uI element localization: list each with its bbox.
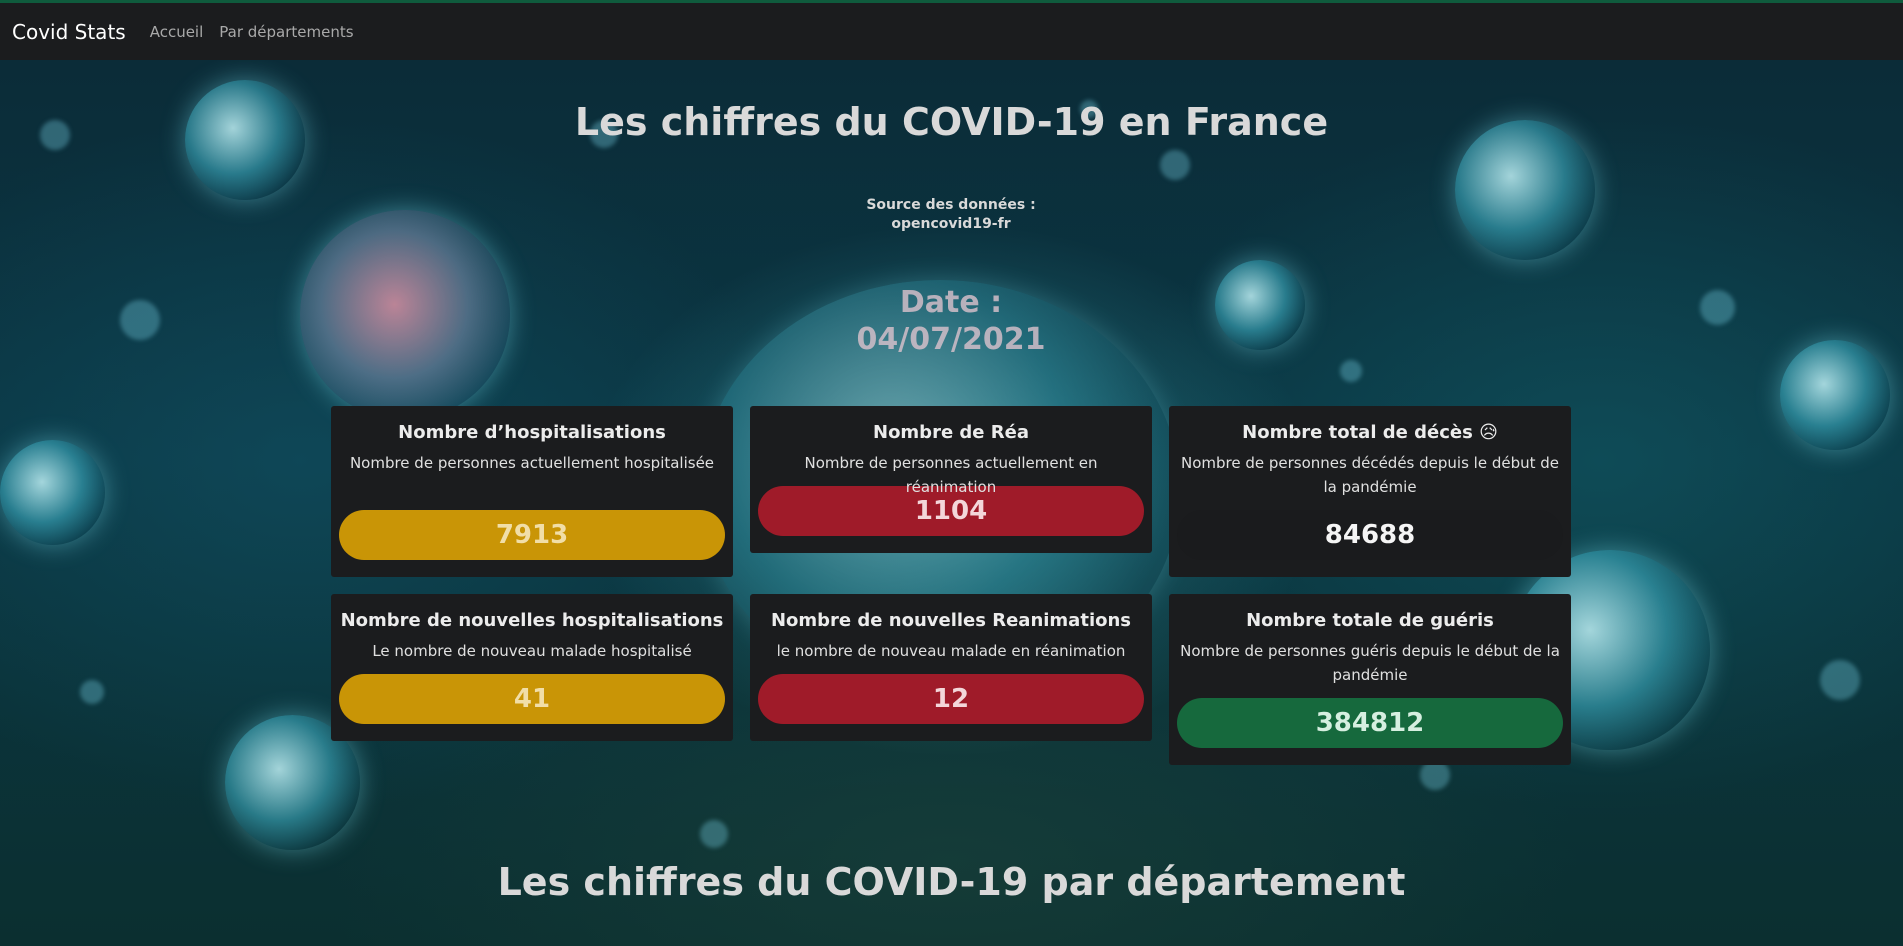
card-rea: Nombre de Réa Nombre de personnes actuel… <box>750 406 1152 553</box>
card-title: Nombre total de décès 😥 <box>1242 422 1498 443</box>
page-title: Les chiffres du COVID-19 en France <box>574 100 1329 144</box>
nouvelles-hospitalisations-value[interactable]: 41 <box>339 674 725 724</box>
brand-link[interactable]: Covid Stats <box>12 20 126 44</box>
gueris-value[interactable]: 384812 <box>1177 698 1563 748</box>
card-title: Nombre d’hospitalisations <box>398 422 666 443</box>
date-value: 04/07/2021 <box>856 322 1046 357</box>
hospitalisations-value[interactable]: 7913 <box>339 510 725 560</box>
card-deces: Nombre total de décès 😥 Nombre de person… <box>1169 406 1571 577</box>
card-title: Nombre de nouvelles hospitalisations <box>340 610 724 631</box>
source-label: Source des données : <box>866 197 1036 213</box>
card-title: Nombre de nouvelles Reanimations <box>770 610 1132 631</box>
main-content: Les chiffres du COVID-19 en France Sourc… <box>0 60 1903 946</box>
card-title: Nombre totale de guéris <box>1246 610 1494 631</box>
date-block: Date : 04/07/2021 <box>851 284 1051 358</box>
card-text: Nombre de personnes actuellement hospita… <box>349 454 715 472</box>
card-nouvelles-hospitalisations: Nombre de nouvelles hospitalisations Le … <box>331 594 733 741</box>
nav-link-accueil[interactable]: Accueil <box>150 23 204 41</box>
nav-link-departements[interactable]: Par départements <box>219 23 353 41</box>
card-text: Le nombre de nouveau malade hospitalisé <box>372 642 692 660</box>
card-text: Nombre de personnes actuellement en réan… <box>804 454 1098 496</box>
card-nouvelles-reanimations: Nombre de nouvelles Reanimations le nomb… <box>750 594 1152 741</box>
deces-value[interactable]: 84688 <box>1177 510 1563 560</box>
card-gueris: Nombre totale de guéris Nombre de person… <box>1169 594 1571 765</box>
data-source: Source des données : opencovid19-fr <box>851 196 1051 234</box>
section-title-departements: Les chiffres du COVID-19 par département <box>497 860 1406 904</box>
card-text: Nombre de personnes décédés depuis le dé… <box>1180 454 1560 496</box>
card-hospitalisations: Nombre d’hospitalisations Nombre de pers… <box>331 406 733 577</box>
date-label: Date : <box>899 285 1003 320</box>
card-title: Nombre de Réa <box>873 422 1029 443</box>
source-name: opencovid19-fr <box>891 216 1011 232</box>
navbar: Covid Stats Accueil Par départements <box>0 3 1903 60</box>
card-text: Nombre de personnes guéris depuis le déb… <box>1180 642 1560 684</box>
card-text: le nombre de nouveau malade en réanimati… <box>776 642 1126 660</box>
nouvelles-reanimations-value[interactable]: 12 <box>758 674 1144 724</box>
